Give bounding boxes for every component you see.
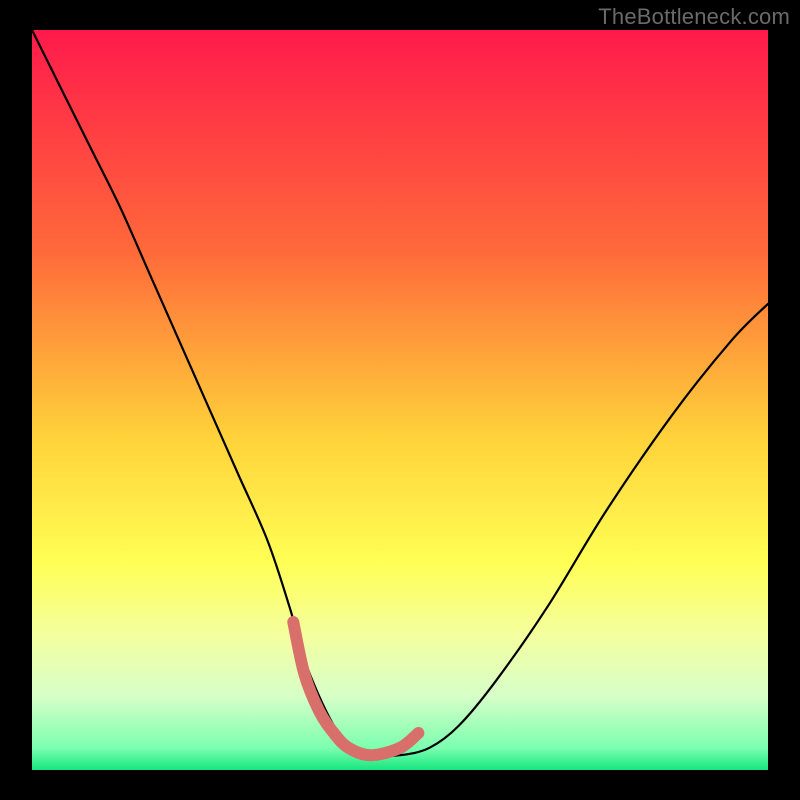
watermark-text: TheBottleneck.com — [598, 4, 790, 30]
plot-background — [32, 30, 768, 770]
bottleneck-chart — [0, 0, 800, 800]
chart-frame: TheBottleneck.com — [0, 0, 800, 800]
